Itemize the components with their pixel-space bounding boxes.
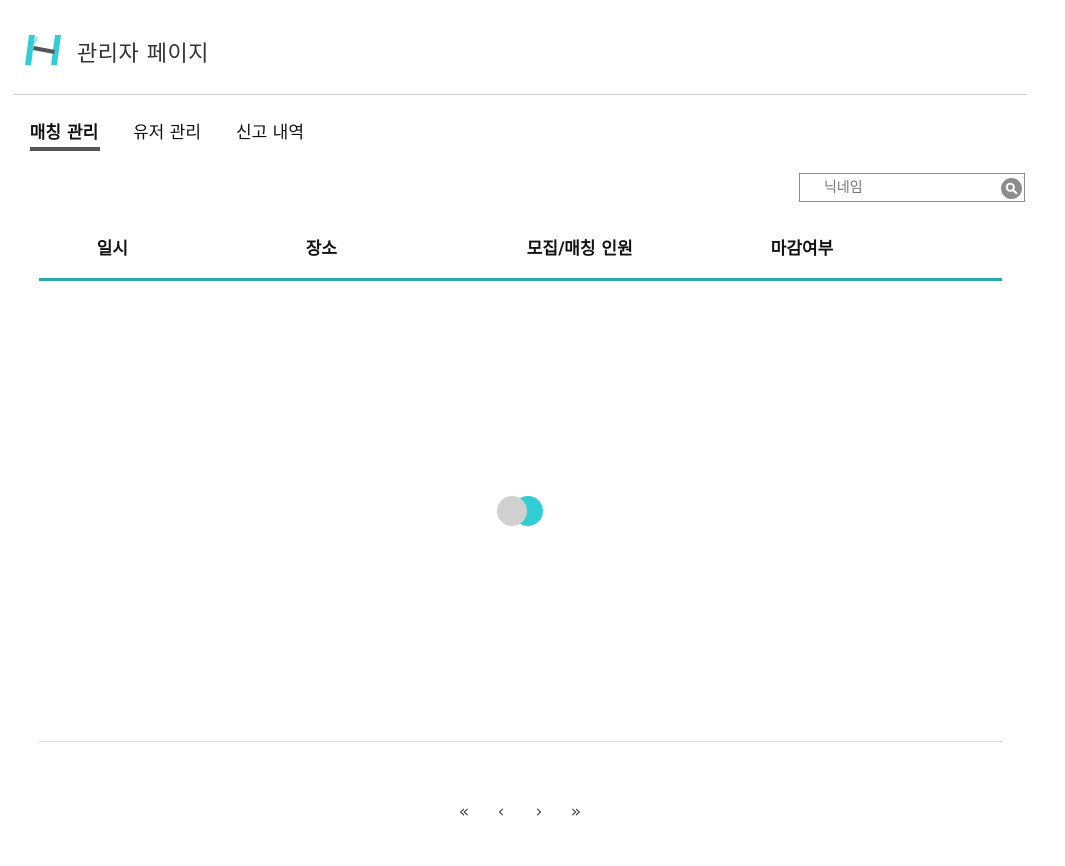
column-header-location[interactable]: 장소 <box>306 234 337 259</box>
tab-reports[interactable]: 신고 내역 <box>236 118 304 143</box>
tab-matching[interactable]: 매칭 관리 <box>30 118 98 143</box>
table-bottom-divider <box>39 741 1002 742</box>
first-page-button[interactable]: « <box>454 802 474 822</box>
last-page-button[interactable]: » <box>566 802 586 822</box>
search-box <box>799 173 1025 202</box>
prev-page-button[interactable]: ‹ <box>491 802 511 822</box>
loading-spinner-icon <box>497 496 545 526</box>
column-header-participants[interactable]: 모집/매칭 인원 <box>527 234 633 259</box>
active-tab-indicator <box>30 147 100 151</box>
search-input[interactable] <box>814 176 1004 199</box>
search-icon[interactable] <box>1001 178 1022 199</box>
spinner-dot-gray <box>497 496 527 526</box>
column-header-datetime[interactable]: 일시 <box>97 234 128 259</box>
tab-users[interactable]: 유저 관리 <box>133 118 201 143</box>
next-page-button[interactable]: › <box>529 802 549 822</box>
table-header: 일시 장소 모집/매칭 인원 마감여부 <box>39 228 1002 281</box>
column-header-closed-status[interactable]: 마감여부 <box>771 234 834 259</box>
logo-h-icon[interactable] <box>25 33 65 67</box>
page-title: 관리자 페이지 <box>77 42 209 67</box>
top-header: 관리자 페이지 <box>14 0 1027 95</box>
